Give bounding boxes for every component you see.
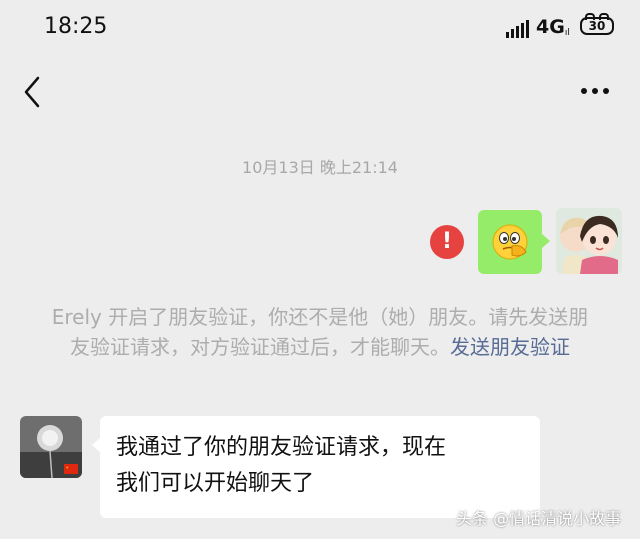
sent-emoji-bubble[interactable] (478, 210, 550, 274)
network-sub-icon: ıl (564, 28, 570, 38)
signal-strength-icon (506, 20, 530, 38)
back-button[interactable] (16, 72, 52, 112)
friend-verification-notice: Erely 开启了朋友验证，你还不是他（她）朋友。请先发送朋友验证请求，对方验证… (48, 302, 592, 362)
battery-icon: 30 (580, 13, 614, 35)
network-label: 4G (536, 16, 565, 38)
message-line-2: 我们可以开始聊天了 (116, 471, 315, 496)
dandelion-avatar-image (20, 416, 82, 478)
my-avatar[interactable] (556, 208, 622, 274)
cartoon-girls-avatar-image (556, 208, 622, 274)
more-options-button[interactable] (572, 76, 618, 106)
contact-avatar[interactable] (20, 416, 82, 478)
sent-message-row: ! (0, 208, 640, 276)
ellipsis-icon (581, 88, 609, 94)
send-verification-link[interactable]: 发送朋友验证 (450, 335, 570, 359)
message-timestamp: 10月13日 晚上21:14 (242, 158, 398, 177)
status-time: 18:25 (44, 14, 108, 39)
message-line-1: 我通过了你的朋友验证请求，现在 (116, 435, 447, 460)
chat-nav-bar (0, 62, 640, 122)
received-text-bubble[interactable]: 我通过了你的朋友验证请求，现在 我们可以开始聊天了 (92, 416, 540, 518)
send-failed-icon[interactable]: ! (430, 225, 464, 259)
watermark: 头条 @情话清说小故事 (456, 509, 622, 528)
chevron-left-icon (24, 76, 40, 108)
battery-level: 30 (588, 19, 606, 33)
status-bar: 18:25 4Gıl 30 (0, 0, 640, 60)
network-type: 4Gıl (536, 16, 570, 38)
facepalm-emoji-icon (492, 224, 528, 260)
